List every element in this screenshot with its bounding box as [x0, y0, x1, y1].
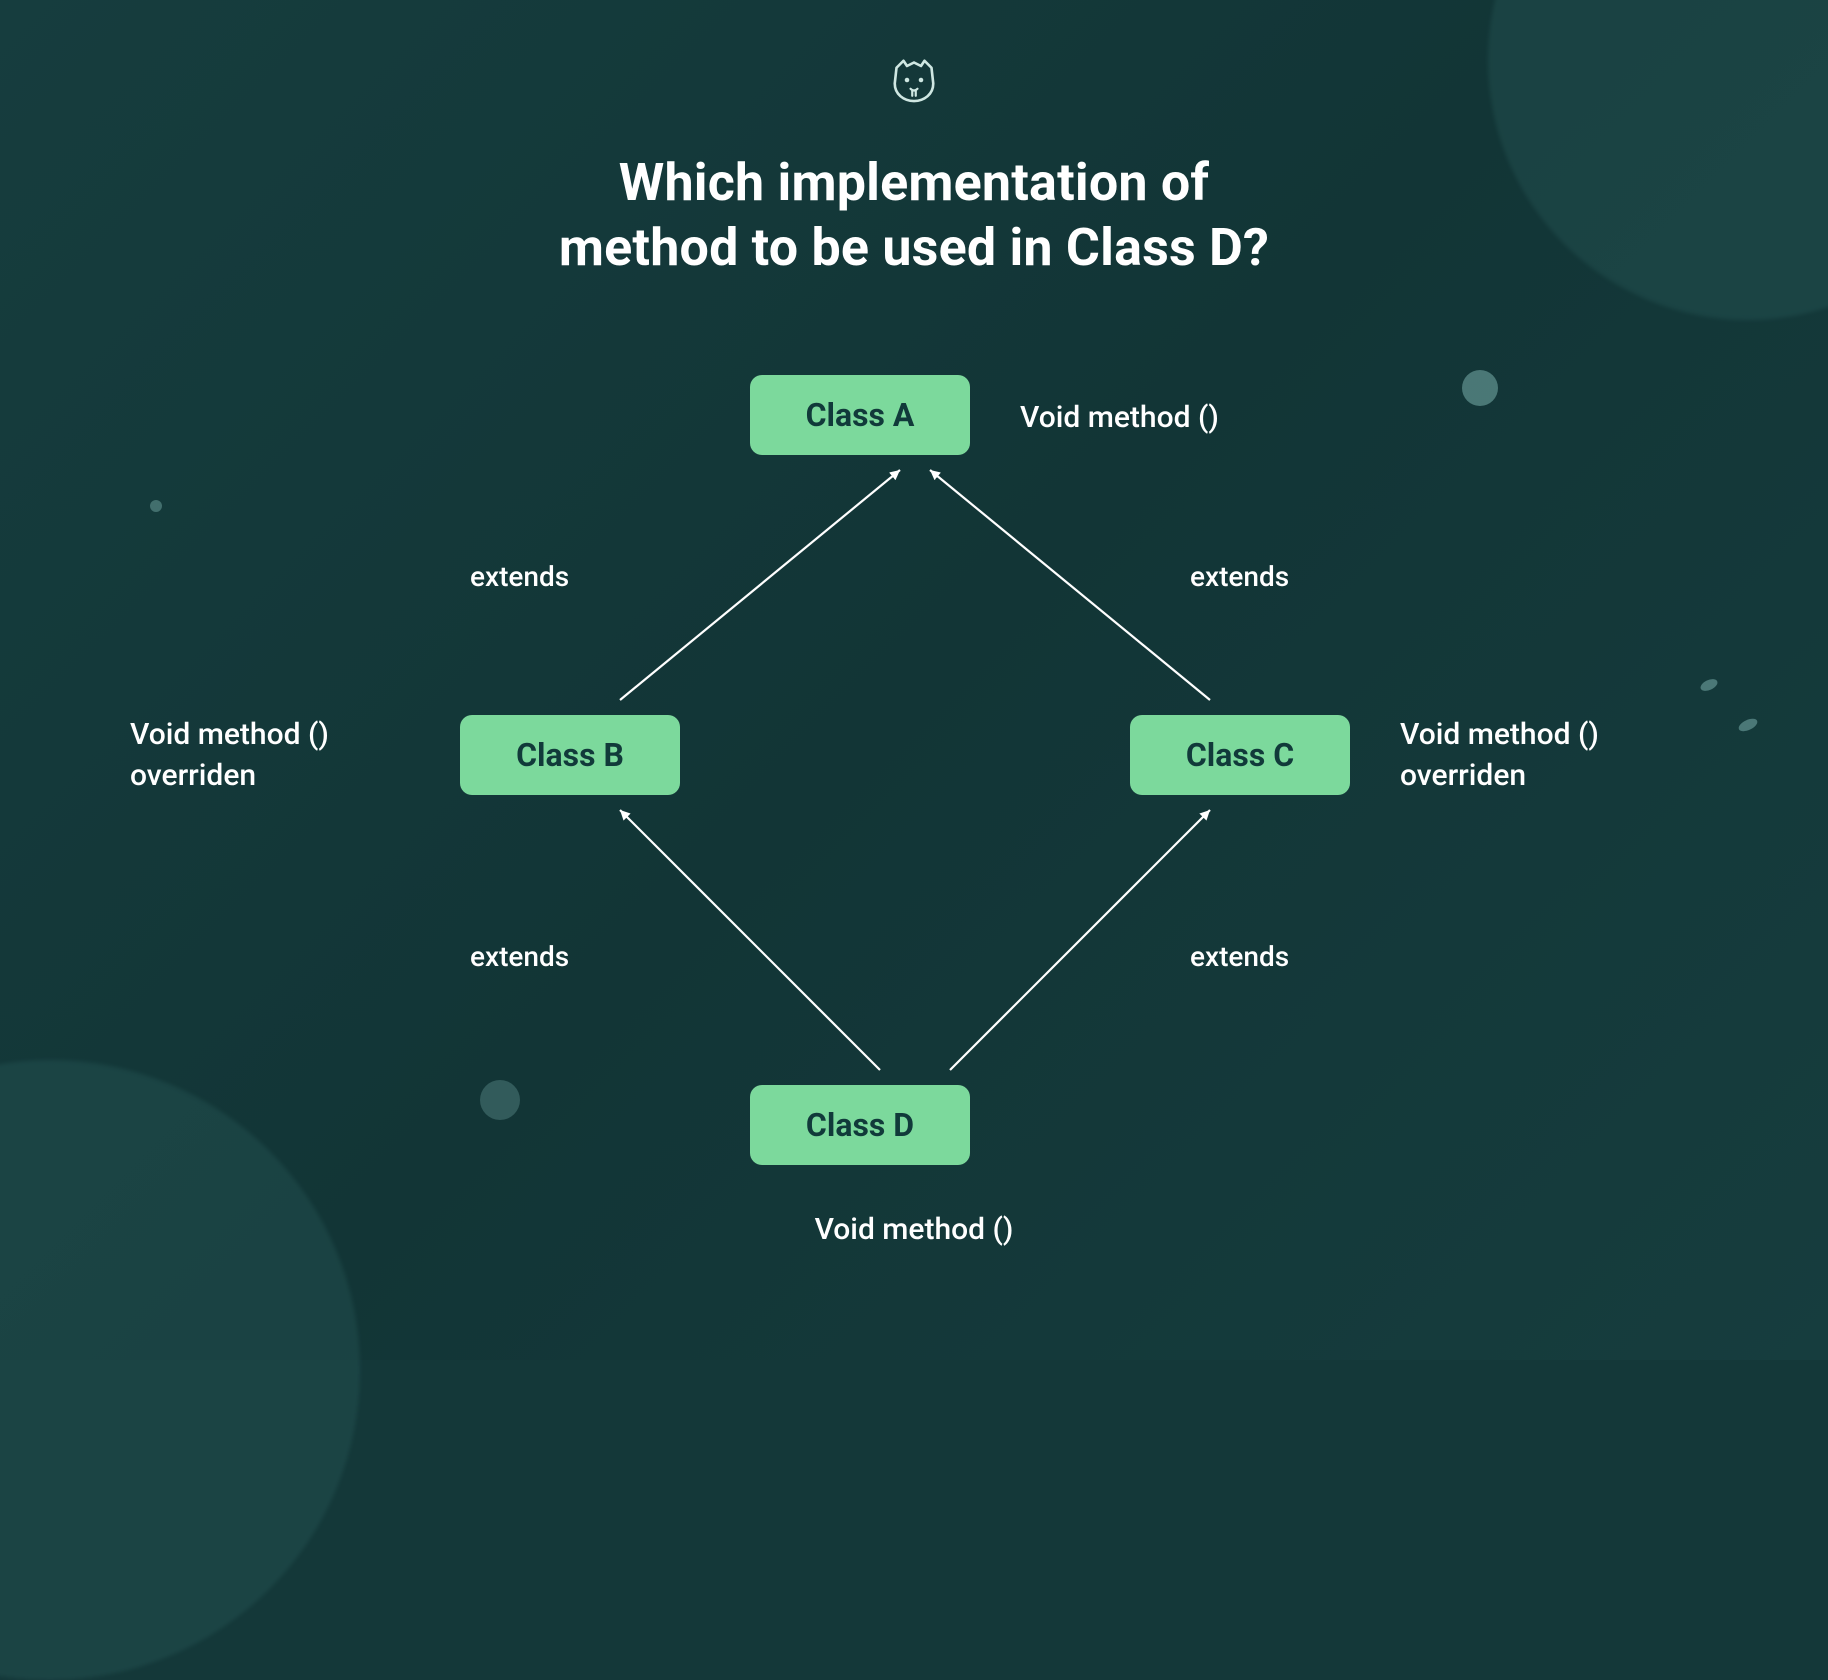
- class-b-annotation-line1: Void method (): [130, 715, 329, 756]
- class-c-label: Class C: [1186, 736, 1294, 774]
- edge-label-b-to-a: extends: [470, 560, 569, 593]
- class-a-node: Class A: [750, 375, 970, 455]
- class-d-node: Class D: [750, 1085, 970, 1165]
- class-d-label: Class D: [806, 1106, 914, 1144]
- edge-label-d-to-c: extends: [1190, 940, 1289, 973]
- decorative-blob: [0, 1060, 360, 1680]
- class-b-node: Class B: [460, 715, 680, 795]
- decorative-speck: [480, 1080, 520, 1120]
- decorative-speck: [150, 500, 162, 512]
- class-b-annotation: Void method () overriden: [130, 715, 329, 796]
- title-line-1: Which implementation of: [0, 150, 1828, 215]
- decorative-speck: [1699, 677, 1720, 694]
- class-b-annotation-line2: overriden: [130, 756, 329, 797]
- edge-label-c-to-a: extends: [1190, 560, 1289, 593]
- class-c-annotation-line2: overriden: [1400, 756, 1599, 797]
- class-a-label: Class A: [806, 396, 915, 434]
- diagram-title: Which implementation of method to be use…: [0, 150, 1828, 280]
- class-c-annotation-line1: Void method (): [1400, 715, 1599, 756]
- beaver-icon: [886, 52, 942, 108]
- brand-logo: [882, 48, 946, 112]
- edge-b-to-a: [620, 470, 900, 700]
- edge-d-to-b: [620, 810, 880, 1070]
- decorative-speck: [1737, 716, 1759, 734]
- edge-label-d-to-b: extends: [470, 940, 569, 973]
- diagram-canvas: Which implementation of method to be use…: [0, 0, 1828, 1360]
- class-c-annotation: Void method () overriden: [1400, 715, 1599, 796]
- class-b-label: Class B: [516, 736, 624, 774]
- edge-c-to-a: [930, 470, 1210, 700]
- class-d-annotation: Void method (): [0, 1210, 1828, 1251]
- decorative-speck: [1462, 370, 1498, 406]
- edge-d-to-c: [950, 810, 1210, 1070]
- class-a-annotation: Void method (): [1020, 398, 1219, 439]
- title-line-2: method to be used in Class D?: [0, 215, 1828, 280]
- class-c-node: Class C: [1130, 715, 1350, 795]
